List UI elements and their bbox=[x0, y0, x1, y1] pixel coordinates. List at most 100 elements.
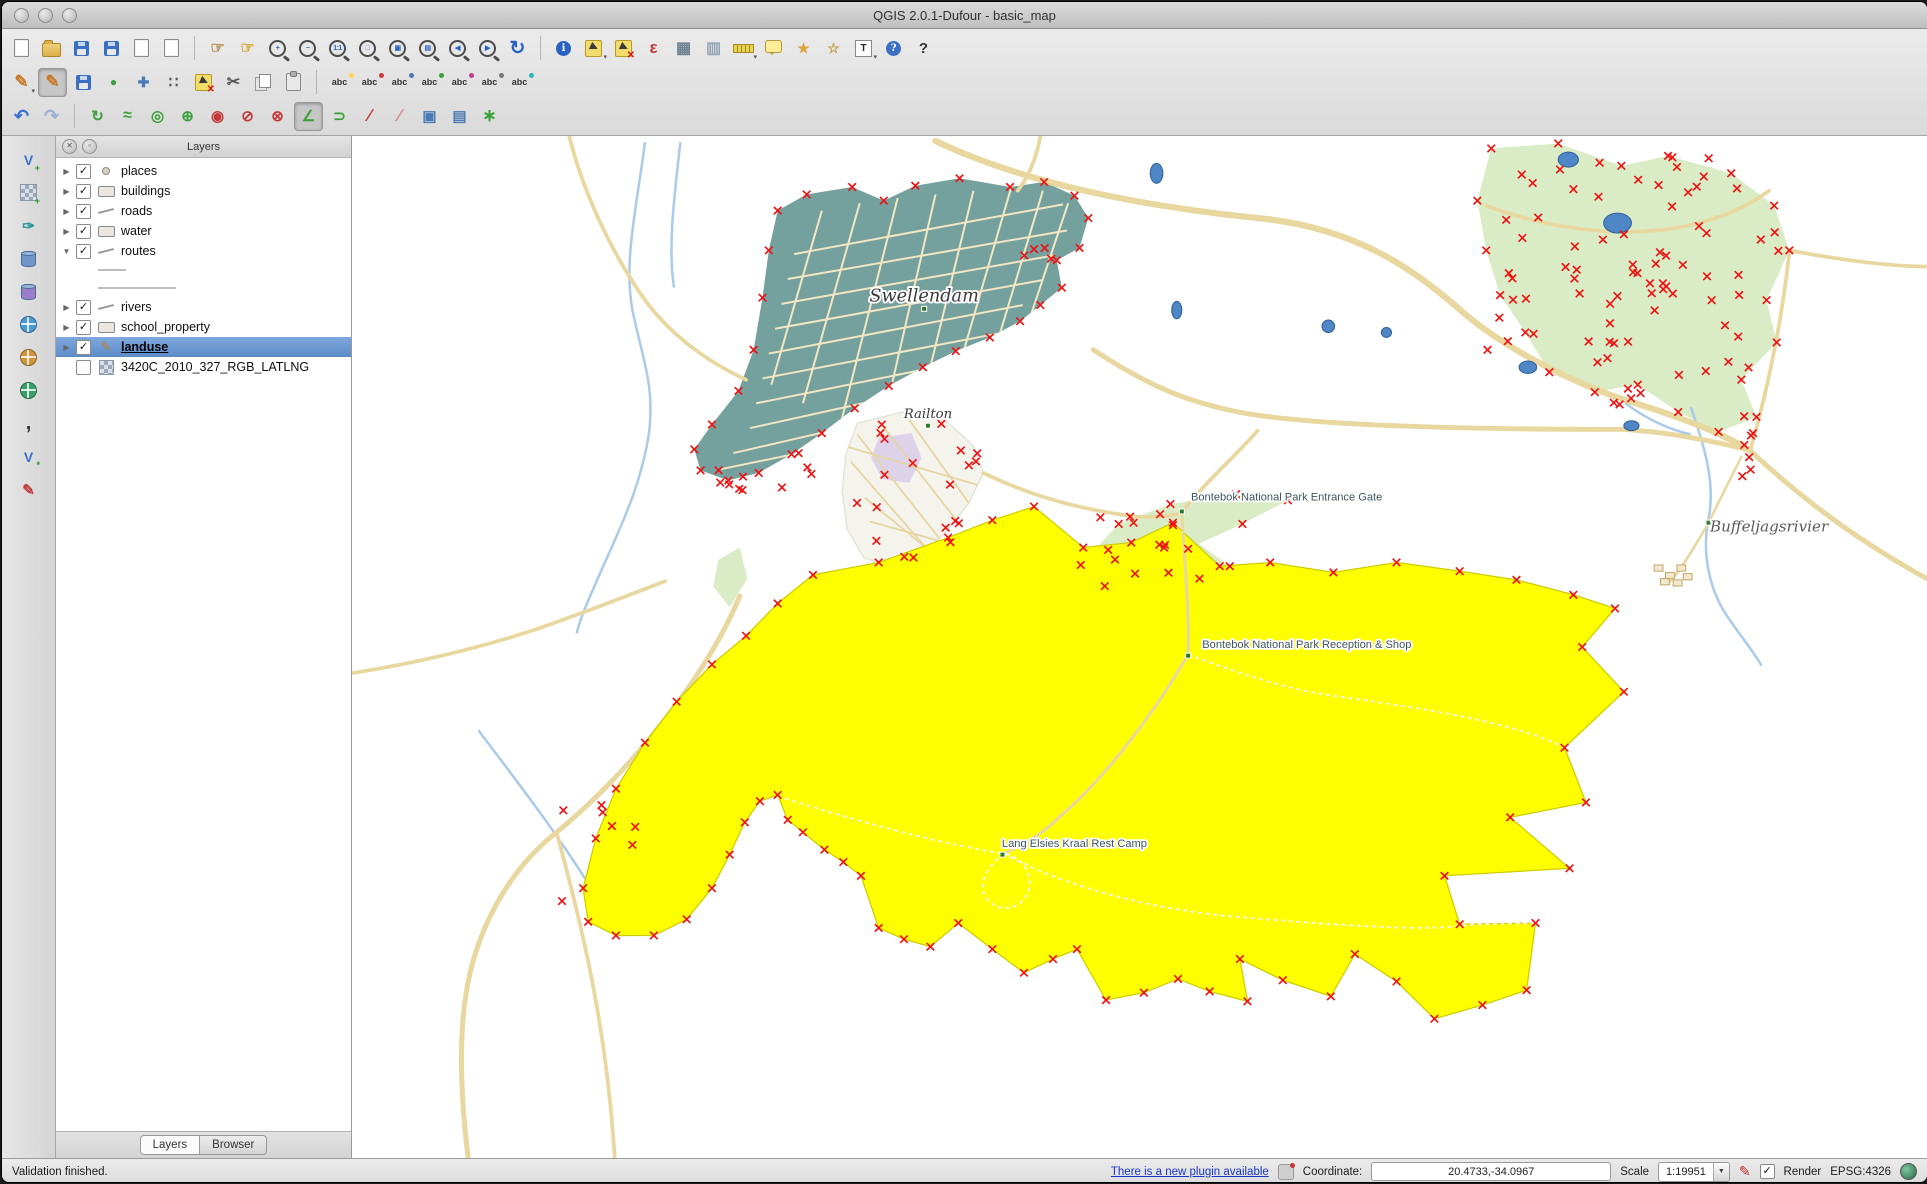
reshape-features-button[interactable]: ∠ bbox=[294, 102, 323, 131]
current-edits-button[interactable]: ✎▾ bbox=[8, 69, 35, 96]
help-button[interactable]: ? bbox=[880, 35, 907, 62]
merge-attributes-button[interactable]: ▤ bbox=[446, 103, 473, 130]
move-feature-button[interactable]: ✚ bbox=[130, 69, 157, 96]
refresh-map-button[interactable]: ↻ bbox=[504, 35, 531, 62]
add-vector-layer-button[interactable]: V+ bbox=[15, 146, 42, 173]
label-properties-button[interactable]: abc bbox=[506, 69, 533, 96]
panel-detach-button[interactable]: ▫ bbox=[82, 139, 97, 154]
redo-button[interactable]: ↷ bbox=[38, 103, 65, 130]
layer-item-school_property[interactable]: ▶✓school_property bbox=[56, 317, 351, 337]
coordinate-input[interactable]: 20.4733,-34.0967 bbox=[1371, 1162, 1611, 1181]
delete-selected-button[interactable]: ✕ bbox=[190, 69, 217, 96]
add-wms-layer-button[interactable] bbox=[15, 311, 42, 338]
scale-combobox[interactable]: 1:19951 ▼ bbox=[1658, 1162, 1730, 1182]
expander-icon[interactable]: ▶ bbox=[61, 303, 72, 312]
zoom-last-button[interactable]: ◀ bbox=[444, 35, 471, 62]
open-project-button[interactable] bbox=[38, 35, 65, 62]
map-tips-button[interactable] bbox=[760, 35, 787, 62]
layer-item-routes[interactable]: ▼✓routes bbox=[56, 241, 351, 261]
layer-visibility-checkbox[interactable]: ✓ bbox=[76, 164, 91, 179]
layer-item-roads[interactable]: ▶✓roads bbox=[56, 201, 351, 221]
map-canvas[interactable]: SwellendamRailtonBontebok National Park … bbox=[352, 136, 1927, 1158]
measure-button[interactable]: ▾ bbox=[730, 35, 757, 62]
layer-item-places[interactable]: ▶✓places bbox=[56, 161, 351, 181]
stop-render-icon[interactable]: ✎ bbox=[1739, 1163, 1751, 1180]
rotate-label-button[interactable]: abc bbox=[416, 69, 443, 96]
add-part-button[interactable]: ⊕ bbox=[174, 103, 201, 130]
show-hide-labels-button[interactable]: abc bbox=[476, 69, 503, 96]
add-ring-button[interactable]: ◎ bbox=[144, 103, 171, 130]
show-bookmarks-button[interactable]: ☆ bbox=[820, 35, 847, 62]
zoom-window-button[interactable] bbox=[62, 8, 77, 23]
field-calculator-button[interactable]: ▥ bbox=[700, 35, 727, 62]
text-annotation-button[interactable]: T▾ bbox=[850, 35, 877, 62]
new-spatialite-layer-button[interactable]: ✎ bbox=[15, 476, 42, 503]
simplify-feature-button[interactable]: ≈ bbox=[114, 103, 141, 130]
merge-features-button[interactable]: ▣ bbox=[416, 103, 443, 130]
save-project-button[interactable] bbox=[68, 35, 95, 62]
select-by-expression-button[interactable]: ε bbox=[640, 35, 667, 62]
add-delimited-text-layer-button[interactable]: , bbox=[15, 410, 42, 437]
node-tool-button[interactable]: ∷ bbox=[160, 69, 187, 96]
plugin-icon[interactable] bbox=[1278, 1164, 1294, 1180]
add-raster-layer-button[interactable]: + bbox=[15, 179, 42, 206]
rotate-point-symbols-button[interactable]: ∗ bbox=[476, 103, 503, 130]
zoom-next-button[interactable]: ▶ bbox=[474, 35, 501, 62]
save-layer-edits-button[interactable] bbox=[70, 69, 97, 96]
layer-visibility-checkbox[interactable]: ✓ bbox=[76, 224, 91, 239]
deselect-features-button[interactable]: ✕ bbox=[610, 35, 637, 62]
zoom-to-selection-button[interactable]: ▣ bbox=[384, 35, 411, 62]
map-svg[interactable]: SwellendamRailtonBontebok National Park … bbox=[352, 136, 1927, 1158]
zoom-out-button[interactable]: − bbox=[294, 35, 321, 62]
close-button[interactable] bbox=[14, 8, 29, 23]
identify-features-button[interactable]: i bbox=[550, 35, 577, 62]
layer-visibility-checkbox[interactable]: ✓ bbox=[76, 300, 91, 315]
delete-ring-button[interactable]: ⊘ bbox=[234, 103, 261, 130]
layer-item-3420C_2010_327_RGB_LATLNG[interactable]: 3420C_2010_327_RGB_LATLNG bbox=[56, 357, 351, 377]
move-label-button[interactable]: abc bbox=[386, 69, 413, 96]
new-bookmark-button[interactable]: ★ bbox=[790, 35, 817, 62]
minimize-button[interactable] bbox=[38, 8, 53, 23]
expander-icon[interactable]: ▶ bbox=[61, 343, 72, 352]
copy-features-button[interactable] bbox=[250, 69, 277, 96]
layer-item-water[interactable]: ▶✓water bbox=[56, 221, 351, 241]
chevron-down-icon[interactable]: ▼ bbox=[1713, 1163, 1729, 1181]
layer-visibility-checkbox[interactable]: ✓ bbox=[76, 204, 91, 219]
layer-visibility-checkbox[interactable]: ✓ bbox=[76, 244, 91, 259]
delete-part-button[interactable]: ⊗ bbox=[264, 103, 291, 130]
expander-icon[interactable]: ▶ bbox=[61, 167, 72, 176]
pan-to-selection-button[interactable]: ☞ bbox=[234, 35, 261, 62]
zoom-native-button[interactable]: 1:1 bbox=[324, 35, 351, 62]
add-postgis-layer-button[interactable] bbox=[15, 245, 42, 272]
undo-button[interactable]: ↶ bbox=[8, 103, 35, 130]
new-shapefile-layer-button[interactable]: V* bbox=[15, 443, 42, 470]
split-features-button[interactable]: ∕ bbox=[356, 103, 383, 130]
new-project-button[interactable] bbox=[8, 35, 35, 62]
tab-browser[interactable]: Browser bbox=[199, 1135, 267, 1155]
tab-layers[interactable]: Layers bbox=[140, 1135, 200, 1155]
split-parts-button[interactable]: ∕ bbox=[386, 103, 413, 130]
layer-visibility-checkbox[interactable] bbox=[76, 360, 91, 375]
add-mssql-layer-button[interactable] bbox=[15, 278, 42, 305]
layer-item-buildings[interactable]: ▶✓buildings bbox=[56, 181, 351, 201]
zoom-in-button[interactable]: + bbox=[264, 35, 291, 62]
add-spatialite-layer-button[interactable]: ✑ bbox=[15, 212, 42, 239]
fill-ring-button[interactable]: ◉ bbox=[204, 103, 231, 130]
open-attribute-table-button[interactable]: ▦ bbox=[670, 35, 697, 62]
expander-icon[interactable]: ▼ bbox=[61, 247, 72, 256]
panel-close-button[interactable]: ✕ bbox=[62, 139, 77, 154]
add-feature-button[interactable]: ● bbox=[100, 69, 127, 96]
expander-icon[interactable]: ▶ bbox=[61, 187, 72, 196]
crs-status-icon[interactable] bbox=[1900, 1163, 1917, 1180]
whats-this-button[interactable]: ? bbox=[910, 35, 937, 62]
toggle-editing-button[interactable]: ✎ bbox=[38, 68, 67, 97]
add-wfs-layer-button[interactable] bbox=[15, 377, 42, 404]
layer-visibility-checkbox[interactable]: ✓ bbox=[76, 184, 91, 199]
pan-map-button[interactable]: ☞ bbox=[204, 35, 231, 62]
layer-item-rivers[interactable]: ▶✓rivers bbox=[56, 297, 351, 317]
composer-manager-button[interactable] bbox=[158, 35, 185, 62]
plugin-link[interactable]: There is a new plugin available bbox=[1111, 1166, 1269, 1178]
cut-features-button[interactable]: ✂ bbox=[220, 69, 247, 96]
offset-curve-button[interactable]: ⊃ bbox=[326, 103, 353, 130]
add-wcs-layer-button[interactable] bbox=[15, 344, 42, 371]
